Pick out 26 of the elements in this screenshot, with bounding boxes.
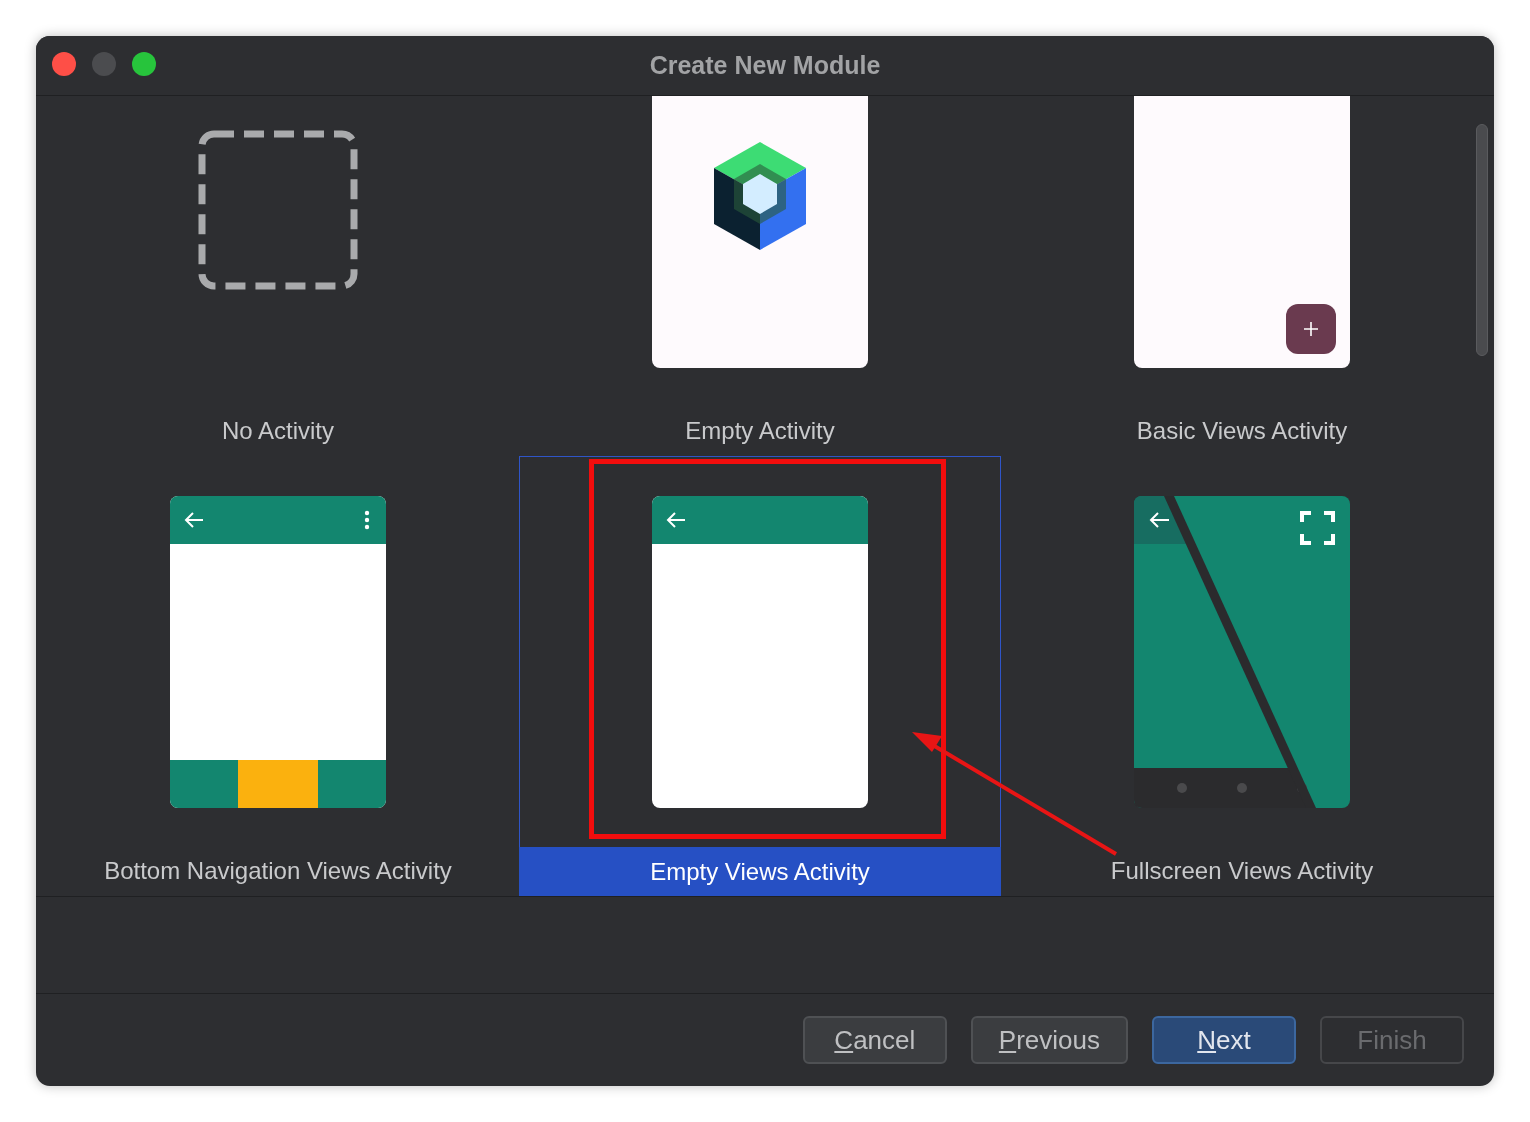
window-title: Create New Module (649, 51, 881, 80)
zoom-button[interactable] (132, 52, 156, 76)
template-name: Empty Views Activity (519, 847, 1001, 896)
more-dots-icon (364, 510, 370, 530)
template-tile[interactable]: Fullscreen Views Activity (1001, 456, 1483, 896)
back-arrow-icon (1149, 512, 1170, 528)
template-name: Empty Activity (684, 416, 836, 446)
template-tile[interactable]: Basic Views Activity (1001, 96, 1483, 456)
template-tile[interactable]: Empty Activity (519, 96, 1001, 456)
template-name: No Activity (221, 416, 335, 446)
template-tile[interactable]: Empty Views Activity (519, 456, 1001, 896)
back-arrow-icon (666, 511, 686, 529)
close-button[interactable] (52, 52, 76, 76)
template-tile[interactable]: Bottom Navigation Views Activity (37, 456, 519, 896)
plus-icon (1304, 322, 1318, 336)
fullscreen-icon (1300, 511, 1335, 545)
dashed-square-icon (198, 130, 358, 290)
dialog-button[interactable]: Cancel (802, 1016, 947, 1064)
dialog-button[interactable]: Next (1152, 1016, 1296, 1064)
template-name: Basic Views Activity (1135, 416, 1349, 446)
scrollbar-thumb[interactable] (1476, 124, 1488, 356)
template-tile[interactable]: No Activity (37, 96, 519, 456)
back-arrow-icon (184, 511, 204, 529)
template-name: Bottom Navigation Views Activity (103, 856, 453, 886)
dialog-button[interactable]: Previous (970, 1016, 1128, 1064)
template-name: Fullscreen Views Activity (1109, 856, 1375, 886)
